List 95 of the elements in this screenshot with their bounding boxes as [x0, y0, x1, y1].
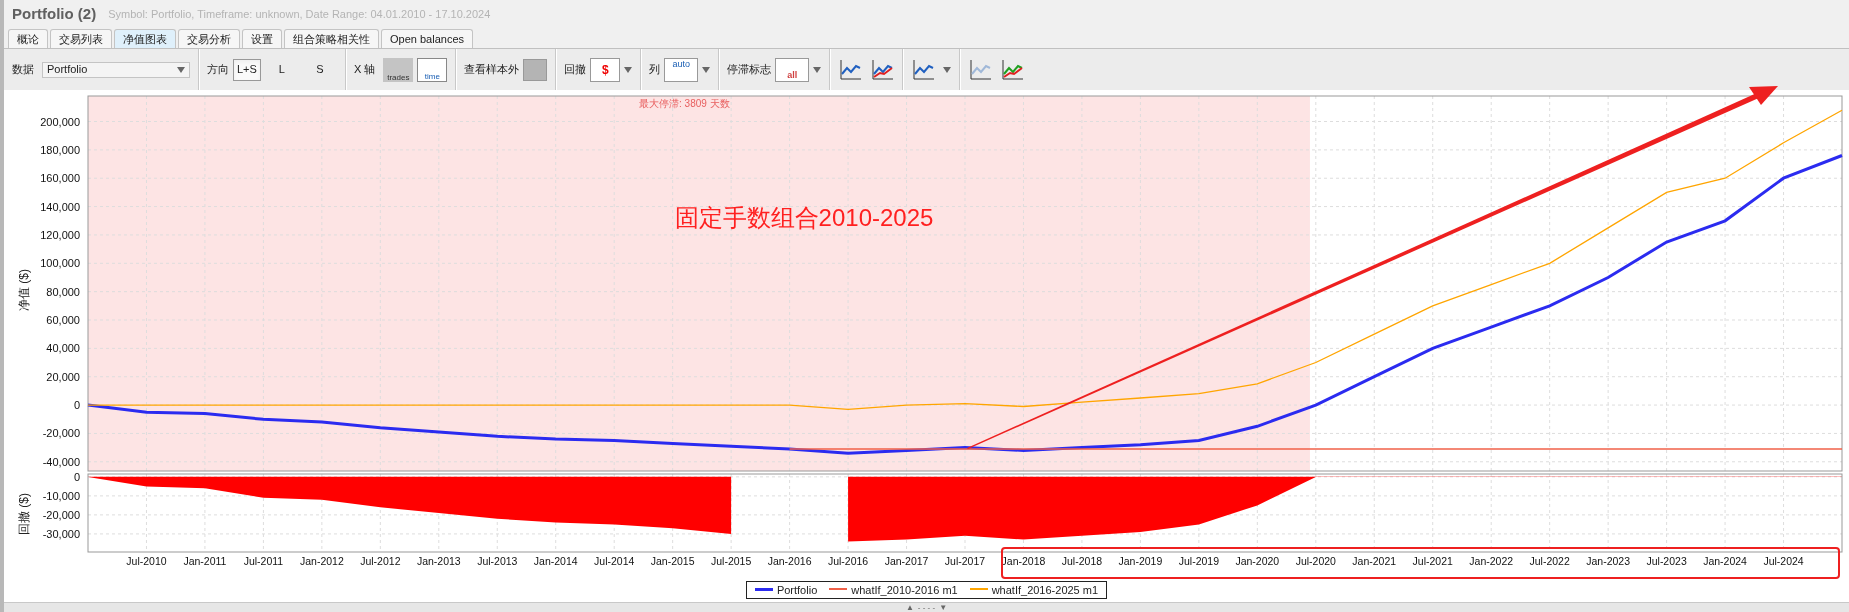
faded-chart-icon[interactable]: [968, 58, 993, 81]
dropdown-caret-icon[interactable]: [943, 66, 952, 73]
y-tick-label: 120,000: [40, 228, 80, 241]
y-tick-label: 100,000: [40, 257, 80, 270]
stagnation-icon[interactable]: all: [775, 57, 810, 82]
x-tick-label: Jan-2014: [533, 555, 578, 567]
x-tick-label: Jan-2018: [1001, 555, 1046, 567]
y-tick-label: -40,000: [42, 455, 80, 468]
drawdown-label: 回撤: [564, 62, 587, 78]
tab[interactable]: 交易列表: [50, 29, 112, 48]
x-tick-label: Jul-2015: [711, 555, 752, 567]
y-tick-label: 40,000: [46, 342, 80, 355]
y-tick-label: 0: [73, 472, 80, 483]
y-tick-label: -10,000: [42, 489, 80, 502]
x-tick-label: Jan-2012: [299, 555, 344, 567]
collapse-down-icon[interactable]: ▼: [939, 603, 948, 612]
x-tick-label: Jan-2020: [1235, 555, 1280, 567]
x-tick-label: Jan-2016: [767, 555, 812, 567]
x-tick-label: Jul-2010: [126, 555, 167, 567]
x-tick-label: Jul-2017: [944, 555, 986, 567]
legend-swatch-icon: [829, 588, 848, 592]
window-subtitle: Symbol: Portfolio, Timeframe: unknown, Date Range: 04.01.2010 - 17.10.2024: [108, 6, 491, 22]
y-tick-label: 140,000: [40, 200, 80, 213]
x-tick-label: Jan-2019: [1118, 555, 1163, 567]
annotation-text: 固定手数组合2010-2025: [674, 204, 934, 231]
y-tick-label: 60,000: [46, 314, 80, 326]
chart-toggle-icon[interactable]: [523, 58, 548, 81]
x-tick-label: Jul-2022: [1529, 555, 1570, 567]
stagnation-label: 最大停滞: 3809 天数: [639, 98, 730, 109]
data-dropdown[interactable]: Portfolio: [42, 61, 190, 78]
tab[interactable]: 交易分析: [178, 29, 240, 48]
dropdown-caret-icon[interactable]: [813, 66, 822, 73]
x-tick-label: Jul-2014: [594, 555, 635, 567]
x-tick-label: Jul-2020: [1295, 555, 1336, 567]
x-tick-label: Jul-2024: [1763, 555, 1804, 567]
tab[interactable]: Open balances: [381, 29, 473, 48]
tab[interactable]: 净值图表: [114, 29, 176, 48]
x-tick-label: Jan-2023: [1586, 555, 1631, 567]
x-tick-label: Jul-2023: [1646, 555, 1687, 567]
direction-toggle[interactable]: S: [308, 58, 331, 81]
x-tick-label: Jul-2012: [360, 555, 401, 567]
trend-chart-icon[interactable]: [870, 58, 895, 81]
legend-label: whatIf_2016-2025 m1: [991, 582, 1099, 598]
stagnation-label: 停滞标志: [727, 62, 772, 78]
x-tick-label: Jan-2024: [1703, 555, 1747, 567]
y-axis-title: 净值 ($): [17, 269, 31, 311]
dropdown-caret-icon[interactable]: [624, 66, 633, 73]
y-axis-title: 回撤 ($): [17, 493, 31, 535]
direction-toggle[interactable]: L: [270, 58, 293, 81]
data-label: 数据: [12, 62, 34, 78]
legend-label: whatIf_2010-2016 m1: [851, 582, 958, 598]
line-chart-icon[interactable]: [911, 58, 936, 81]
splitter-dots: - - - -: [917, 603, 936, 612]
x-tick-label: Jan-2022: [1469, 555, 1514, 567]
x-tick-label: Jan-2017: [884, 555, 929, 567]
y-tick-label: 160,000: [40, 172, 80, 185]
expand-up-icon[interactable]: ▲: [905, 603, 914, 612]
y-tick-label: 80,000: [46, 285, 80, 298]
columns-label: 列: [649, 62, 661, 78]
x-tick-label: Jul-2018: [1061, 555, 1103, 567]
x-axis-toggle[interactable]: trades: [383, 57, 414, 82]
y-tick-label: 180,000: [40, 143, 80, 156]
x-tick-label: Jan-2021: [1352, 555, 1397, 567]
tab[interactable]: 设置: [242, 29, 282, 48]
direction-label: 方向: [207, 62, 229, 78]
y-tick-label: 20,000: [46, 370, 80, 383]
x-axis-label: X 轴: [353, 62, 376, 78]
x-tick-label: Jan-2015: [650, 555, 695, 567]
dropdown-caret-icon[interactable]: [702, 66, 711, 73]
dropdown-caret-icon[interactable]: [177, 66, 185, 73]
y-tick-label: -20,000: [42, 508, 80, 521]
y-tick-label: 0: [73, 399, 80, 412]
multi-line-chart-icon[interactable]: [1000, 58, 1025, 81]
out-of-sample-label: 查看样本外: [464, 62, 520, 78]
x-tick-label: Jan-2013: [416, 555, 461, 567]
x-tick-label: Jul-2021: [1412, 555, 1453, 567]
dropdown-value: Portfolio: [47, 62, 88, 78]
x-tick-label: Jul-2019: [1178, 555, 1219, 567]
columns-icon[interactable]: auto: [664, 57, 699, 82]
x-tick-label: Jul-2016: [827, 555, 869, 567]
drawdown-icon[interactable]: $: [590, 57, 621, 82]
tab[interactable]: 组合策略相关性: [284, 29, 379, 48]
x-tick-label: Jan-2011: [183, 555, 227, 567]
legend-swatch-icon: [969, 588, 988, 592]
legend-label: Portfolio: [776, 582, 818, 598]
x-tick-label: Jul-2011: [243, 555, 284, 567]
legend-swatch-icon: [754, 588, 773, 592]
y-tick-label: 200,000: [40, 115, 80, 128]
tab[interactable]: 概论: [8, 29, 48, 48]
y-tick-label: -20,000: [42, 427, 80, 440]
window-title: Portfolio (2): [12, 3, 97, 24]
direction-toggle[interactable]: L+S: [233, 58, 261, 81]
x-tick-label: Jul-2013: [477, 555, 518, 567]
y-tick-label: -30,000: [42, 527, 80, 540]
x-axis-toggle[interactable]: time: [417, 57, 448, 82]
